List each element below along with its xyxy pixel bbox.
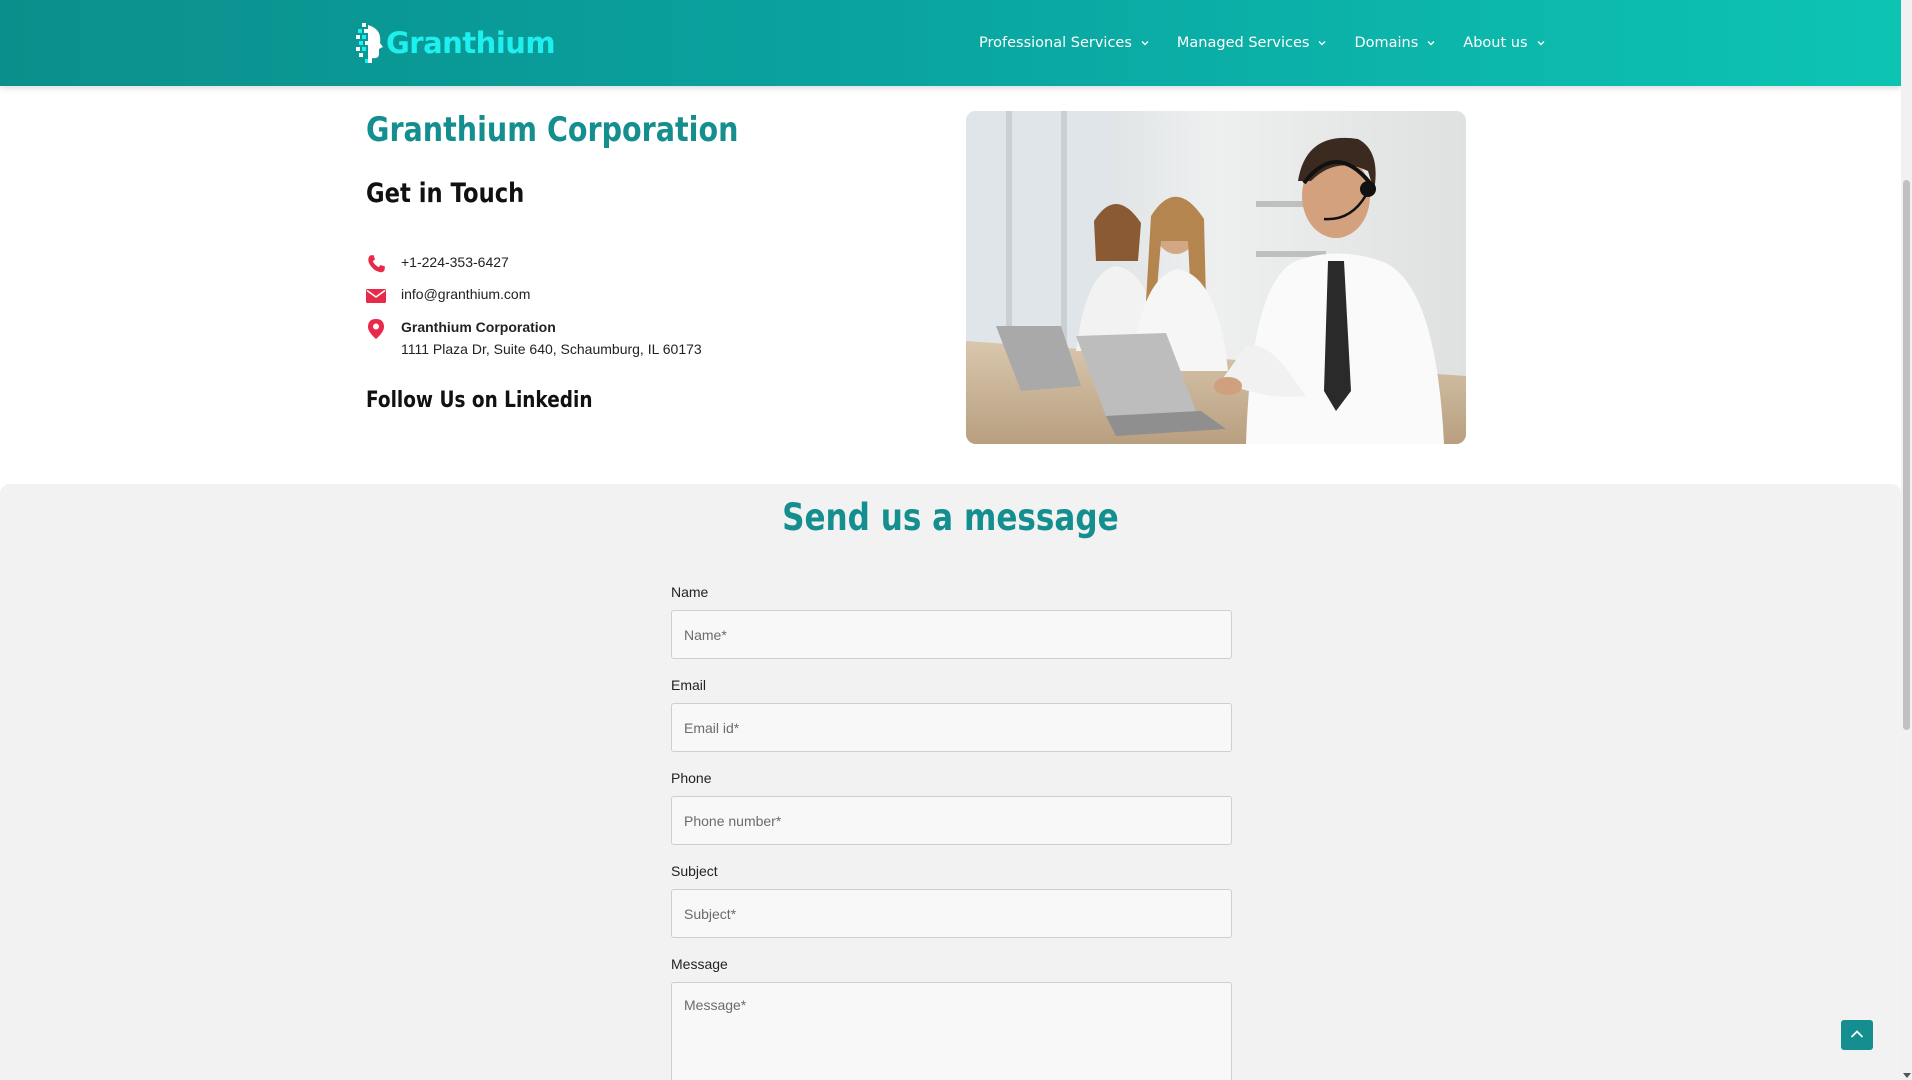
address-name: Granthium Corporation	[401, 319, 556, 335]
name-label: Name	[671, 584, 709, 600]
nav-label: Domains	[1354, 35, 1419, 51]
nav-label: About us	[1463, 35, 1528, 51]
phone-number: +1-224-353-6427	[401, 254, 509, 270]
email-row[interactable]: info@granthium.com	[366, 286, 530, 306]
email-address: info@granthium.com	[401, 286, 531, 302]
back-to-top-button[interactable]	[1841, 1020, 1873, 1050]
envelope-icon	[366, 286, 386, 306]
map-pin-icon	[366, 319, 386, 339]
chevron-up-icon	[1850, 1026, 1864, 1044]
chevron-down-icon	[1537, 39, 1545, 47]
message-section: Send us a message Name Email Phone Subje…	[0, 484, 1901, 1080]
page-scrollbar[interactable]	[1901, 0, 1912, 1080]
company-title: Granthium Corporation	[366, 110, 739, 150]
get-in-touch-heading: Get in Touch	[366, 178, 525, 209]
nav-label: Managed Services	[1176, 35, 1310, 51]
nav-about-us[interactable]: About us	[1463, 35, 1545, 51]
main-nav: Professional Services Managed Services D…	[979, 0, 1573, 86]
phone-row[interactable]: +1-224-353-6427	[366, 254, 509, 274]
scroll-down-arrow-icon[interactable]	[1903, 1073, 1911, 1078]
chevron-down-icon	[1318, 39, 1326, 47]
email-label: Email	[671, 677, 707, 693]
logo-mark-icon	[356, 21, 384, 65]
nav-professional-services[interactable]: Professional Services	[979, 35, 1149, 51]
subject-input[interactable]	[671, 889, 1232, 938]
name-input[interactable]	[671, 610, 1232, 659]
nav-domains[interactable]: Domains	[1354, 35, 1435, 51]
message-textarea[interactable]	[671, 982, 1232, 1080]
email-input[interactable]	[671, 703, 1232, 752]
scrollbar-thumb[interactable]	[1903, 180, 1910, 730]
site-header: Granthium Professional Services Managed …	[0, 0, 1901, 86]
logo[interactable]: Granthium	[356, 20, 556, 66]
address-line: 1111 Plaza Dr, Suite 640, Schaumburg, IL…	[401, 341, 702, 357]
address-row: Granthium Corporation 1111 Plaza Dr, Sui…	[366, 319, 702, 357]
follow-linkedin-heading: Follow Us on Linkedin	[366, 388, 593, 413]
nav-label: Professional Services	[979, 35, 1132, 51]
phone-icon	[366, 254, 386, 274]
chevron-down-icon	[1141, 39, 1149, 47]
chevron-down-icon	[1427, 39, 1435, 47]
send-message-heading-text: Send us a message	[782, 496, 1119, 539]
contact-section: Granthium Corporation Get in Touch +1-22…	[0, 86, 1901, 484]
phone-input[interactable]	[671, 796, 1232, 845]
address-block: Granthium Corporation 1111 Plaza Dr, Sui…	[401, 319, 702, 357]
message-label: Message	[671, 956, 728, 972]
phone-label: Phone	[671, 770, 712, 786]
logo-text: Granthium	[386, 26, 556, 60]
send-message-heading: Send us a message	[0, 496, 1901, 539]
nav-managed-services[interactable]: Managed Services	[1177, 35, 1327, 51]
subject-label: Subject	[671, 863, 718, 879]
support-team-photo	[966, 111, 1466, 444]
